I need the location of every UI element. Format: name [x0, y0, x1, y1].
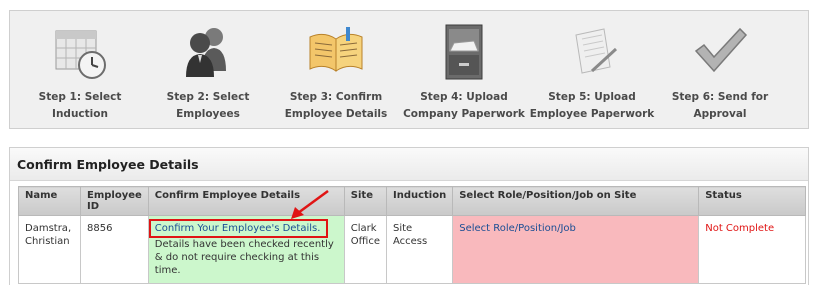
cell-status: Not Complete — [698, 215, 806, 284]
step-1[interactable]: Step 1: Select Induction — [16, 11, 144, 130]
col-select-role: Select Role/Position/Job on Site — [452, 186, 700, 216]
step-2-label: Step 2: Select Employees — [166, 91, 250, 120]
step-5[interactable]: Step 5: Upload Employee Paperwork — [528, 11, 656, 130]
step-3-label: Step 3: Confirm Employee Details — [284, 91, 388, 120]
step-5-label: Step 5: Upload Employee Paperwork — [529, 91, 655, 120]
panel-header: Confirm Employee Details — [10, 148, 808, 181]
people-icon — [186, 28, 226, 77]
panel-title: Confirm Employee Details — [17, 157, 199, 172]
col-name: Name — [18, 186, 81, 216]
table-row: Damstra, Christian 8856 Confirm Your Emp… — [18, 215, 806, 284]
confirm-employee-details-panel: Confirm Employee Details Name Employee I… — [9, 147, 809, 285]
col-employee-id: Employee ID — [80, 186, 149, 216]
confirm-details-link[interactable]: Confirm Your Employee's Details. — [155, 223, 321, 234]
annotation-arrow-icon — [291, 189, 329, 219]
step-1-label: Step 1: Select Induction — [38, 91, 122, 120]
col-induction: Induction — [385, 186, 454, 216]
confirm-note: Details have been checked recently & do … — [154, 239, 334, 276]
cell-employee-id: 8856 — [80, 215, 149, 284]
step-6-label: Step 6: Send for Approval — [671, 91, 769, 120]
col-status: Status — [698, 186, 806, 216]
filing-cabinet-icon — [445, 24, 483, 80]
wizard-steps: Step 1: Select Induction Step 2: Select … — [9, 10, 809, 129]
table-header-row: Name Employee ID Confirm Employee Detail… — [18, 186, 806, 216]
step-6[interactable]: Step 6: Send for Approval — [656, 11, 784, 130]
cell-induction: Site Access — [385, 215, 454, 284]
cell-name: Damstra, Christian — [18, 215, 81, 284]
step-4[interactable]: Step 4: Upload Company Paperwork — [400, 11, 528, 130]
employee-table: Name Employee ID Confirm Employee Detail… — [18, 186, 806, 284]
step-3[interactable]: Step 3: Confirm Employee Details — [272, 11, 400, 130]
cell-select-role: Select Role/Position/Job — [452, 215, 700, 284]
cell-site: Clark Office — [343, 215, 387, 284]
document-pen-icon — [575, 28, 618, 74]
select-role-link[interactable]: Select Role/Position/Job — [459, 223, 576, 234]
checkmark-icon — [694, 27, 748, 73]
step-2[interactable]: Step 2: Select Employees — [144, 11, 272, 130]
calendar-clock-icon — [55, 30, 106, 79]
cell-confirm-details: Confirm Your Employee's Details. Details… — [147, 215, 345, 284]
step-4-label: Step 4: Upload Company Paperwork — [403, 91, 525, 120]
col-site: Site — [343, 186, 387, 216]
open-book-icon — [309, 27, 363, 72]
